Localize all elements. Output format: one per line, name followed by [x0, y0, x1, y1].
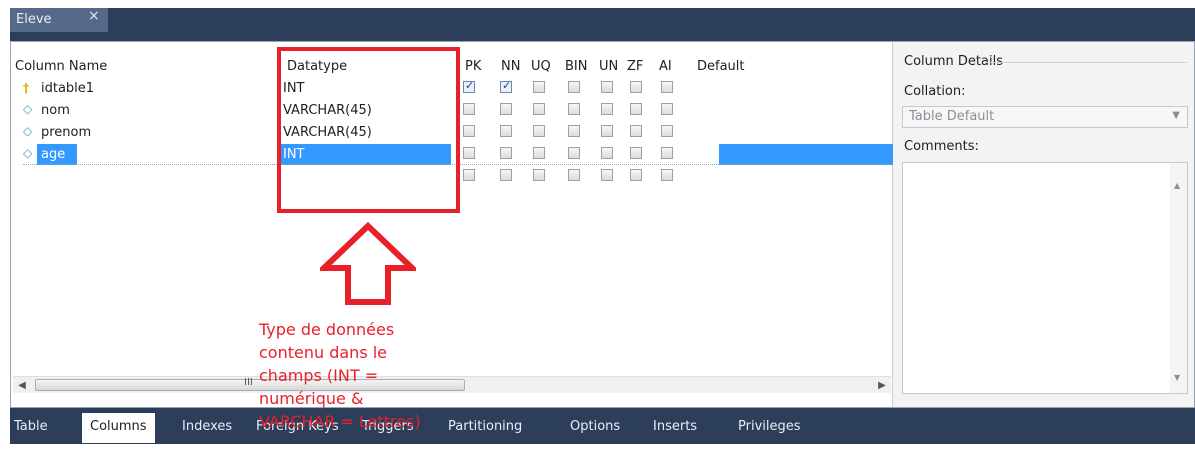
checkbox-bin[interactable]	[568, 147, 580, 159]
header-ai[interactable]: AI	[659, 57, 672, 77]
checkbox-nn[interactable]	[500, 103, 512, 115]
cell-column-name[interactable]: nom	[41, 100, 70, 121]
checkbox-bin[interactable]	[568, 169, 580, 181]
tab-indexes[interactable]: Indexes	[182, 416, 232, 444]
collation-label: Collation:	[904, 84, 966, 99]
comments-textarea[interactable]: ▲ ▼	[902, 162, 1188, 394]
header-column-name[interactable]: Column Name	[15, 57, 107, 77]
primary-key-icon: †	[23, 81, 29, 95]
cell-column-name[interactable]: age	[41, 144, 65, 165]
document-tab-label: Eleve	[16, 12, 52, 27]
tab-privileges[interactable]: Privileges	[738, 416, 801, 444]
checkbox-bin[interactable]	[568, 125, 580, 137]
checkbox-uq[interactable]	[533, 81, 545, 93]
checkbox-ai[interactable]	[661, 169, 673, 181]
checkbox-zf[interactable]	[630, 125, 642, 137]
close-icon[interactable]: ×	[88, 8, 100, 24]
tab-table[interactable]: Table	[14, 416, 48, 444]
checkbox-ai[interactable]	[661, 147, 673, 159]
top-area: Eleve ×	[0, 0, 1195, 41]
scroll-left-icon[interactable]: ◀	[15, 377, 29, 394]
checkbox-ai[interactable]	[661, 103, 673, 115]
checkbox-nn[interactable]	[500, 125, 512, 137]
tab-columns[interactable]: Columns	[82, 413, 155, 443]
scroll-right-icon[interactable]: ▶	[875, 377, 889, 394]
horizontal-scrollbar[interactable]: ◀ III ▶	[13, 376, 891, 393]
header-uq[interactable]: UQ	[531, 57, 551, 77]
divider	[985, 62, 1187, 63]
footer-gap	[0, 444, 1195, 450]
column-diamond-icon: ◇	[23, 124, 33, 138]
cell-column-name[interactable]: prenom	[41, 122, 91, 143]
checkbox-uq[interactable]	[533, 125, 545, 137]
checkbox-pk[interactable]	[463, 169, 475, 181]
header-un[interactable]: UN	[599, 57, 618, 77]
cell-column-name[interactable]: idtable1	[41, 78, 94, 99]
checkbox-uq[interactable]	[533, 169, 545, 181]
header-nn[interactable]: NN	[501, 57, 520, 77]
header-bin[interactable]: BIN	[565, 57, 587, 77]
checkbox-un[interactable]	[601, 125, 613, 137]
checkbox-un[interactable]	[601, 147, 613, 159]
chevron-down-icon: ▼	[1172, 110, 1180, 121]
checkbox-un[interactable]	[601, 81, 613, 93]
checkbox-bin[interactable]	[568, 103, 580, 115]
checkbox-zf[interactable]	[630, 103, 642, 115]
checkbox-uq[interactable]	[533, 103, 545, 115]
table-editor-panel: Column Name Datatype PK NN UQ BIN UN ZF …	[10, 41, 1195, 408]
column-details-panel: Column Details Collation: Table Default …	[895, 42, 1194, 407]
tab-partitioning[interactable]: Partitioning	[448, 416, 522, 444]
tab-options[interactable]: Options	[570, 416, 620, 444]
checkbox-zf[interactable]	[630, 81, 642, 93]
collation-select[interactable]: Table Default ▼	[902, 106, 1188, 128]
checkbox-uq[interactable]	[533, 147, 545, 159]
header-pk[interactable]: PK	[465, 57, 481, 77]
checkbox-zf[interactable]	[630, 147, 642, 159]
column-diamond-icon: ◇	[23, 146, 33, 160]
checkbox-pk[interactable]	[463, 103, 475, 115]
up-arrow-icon	[320, 222, 416, 305]
document-tab-eleve[interactable]: Eleve ×	[10, 8, 108, 32]
document-tab-bar: Eleve ×	[10, 8, 1195, 41]
scroll-up-icon[interactable]: ▲	[1174, 181, 1180, 190]
checkbox-nn[interactable]	[500, 79, 512, 93]
checkbox-pk[interactable]	[463, 79, 475, 93]
selection-highlight	[719, 144, 893, 165]
tab-inserts[interactable]: Inserts	[653, 416, 697, 444]
annotation-text: Type de données contenu dans le champs (…	[259, 320, 421, 431]
checkbox-un[interactable]	[601, 103, 613, 115]
datatype-highlight-box	[277, 47, 460, 213]
header-zf[interactable]: ZF	[627, 57, 643, 77]
checkbox-nn[interactable]	[500, 169, 512, 181]
scroll-down-icon[interactable]: ▼	[1174, 373, 1180, 382]
checkbox-un[interactable]	[601, 169, 613, 181]
checkbox-nn[interactable]	[500, 147, 512, 159]
column-diamond-icon: ◇	[23, 102, 33, 116]
checkbox-pk[interactable]	[463, 147, 475, 159]
checkbox-pk[interactable]	[463, 125, 475, 137]
checkbox-ai[interactable]	[661, 125, 673, 137]
checkbox-ai[interactable]	[661, 81, 673, 93]
editor-tabs-bar: Table Columns Indexes Foreign Keys Trigg…	[10, 408, 1195, 444]
comments-label: Comments:	[904, 139, 979, 154]
comments-scrollbar[interactable]: ▲ ▼	[1170, 163, 1187, 393]
header-default[interactable]: Default	[697, 57, 745, 77]
checkbox-zf[interactable]	[630, 169, 642, 181]
collation-value: Table Default	[909, 109, 995, 124]
grip-icon: III	[244, 377, 253, 388]
checkbox-bin[interactable]	[568, 81, 580, 93]
